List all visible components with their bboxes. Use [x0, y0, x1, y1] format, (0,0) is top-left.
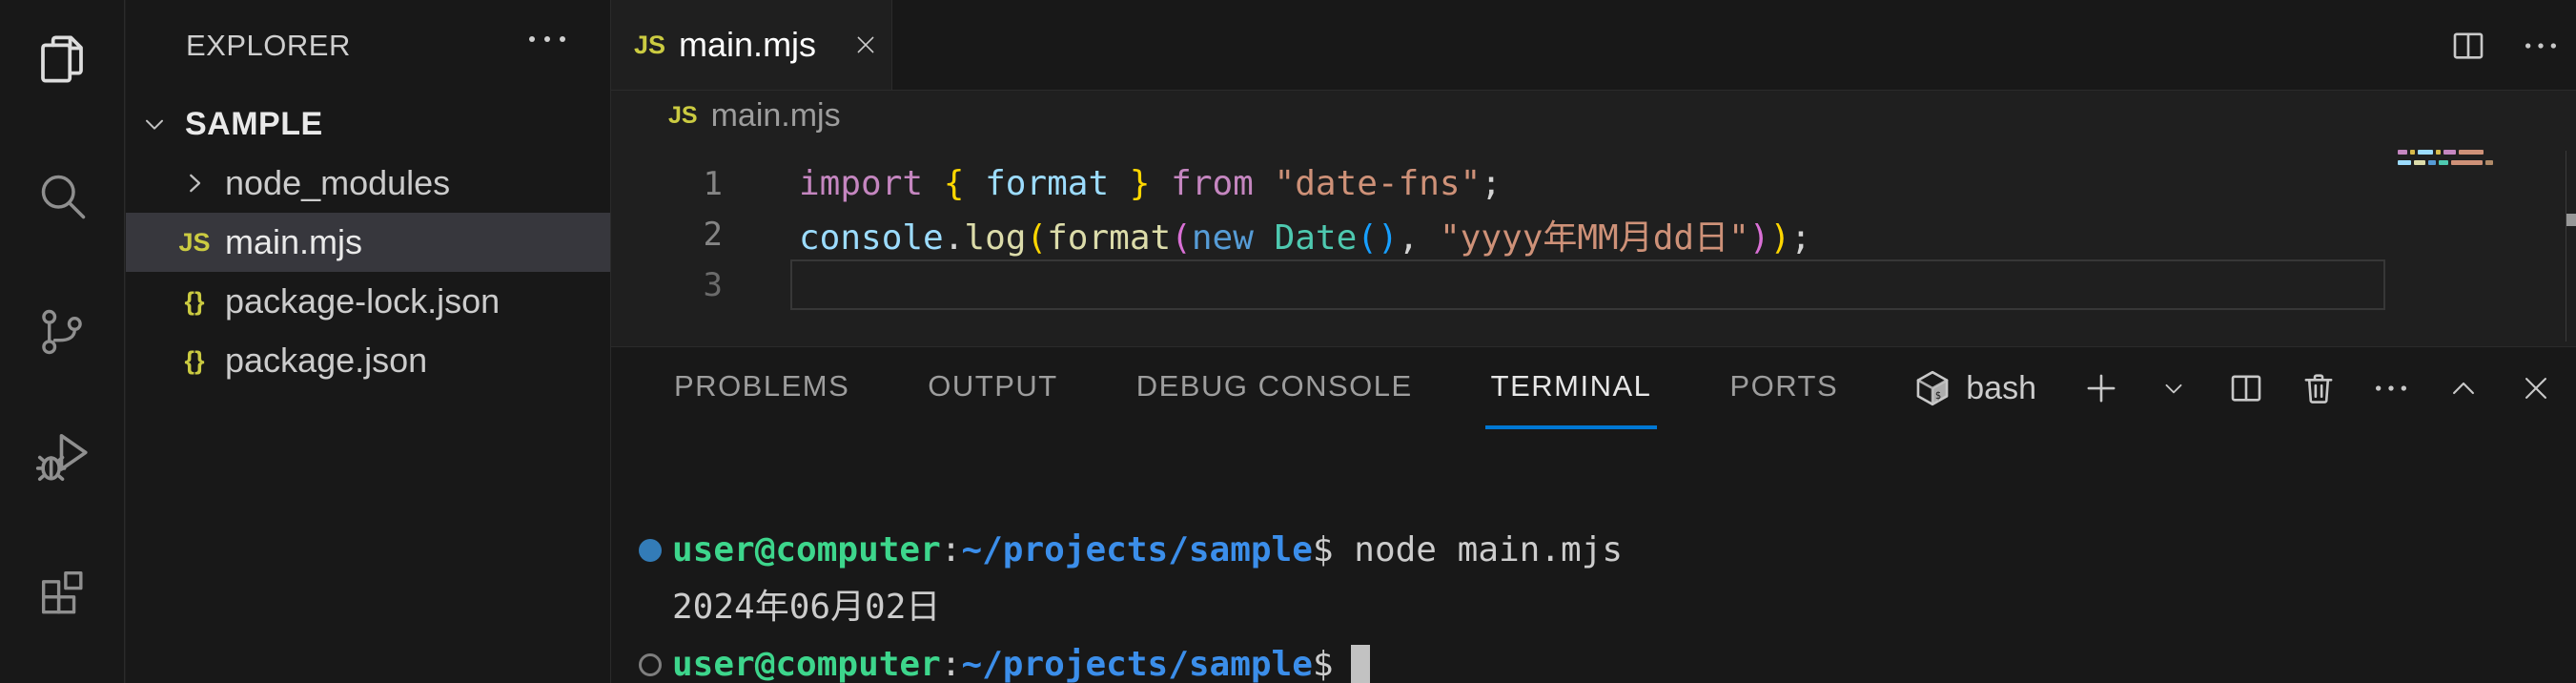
explorer-more-actions-button[interactable] — [524, 25, 570, 53]
file-item-main.mjs[interactable]: JS main.mjs — [126, 213, 610, 272]
command-decoration-hollow[interactable] — [639, 653, 662, 676]
code-line-3[interactable]: 3 — [611, 259, 2576, 310]
close-panel-button[interactable] — [2515, 367, 2557, 409]
panel-tab-output[interactable]: OUTPUT — [922, 347, 1063, 429]
js-file-icon: JS — [175, 228, 214, 258]
file-tree: node_modules JS main.mjs {} package-lock.jso… — [126, 154, 610, 390]
tab-close-button[interactable] — [845, 24, 887, 66]
line-number: 3 — [611, 266, 723, 304]
terminal-cursor — [1351, 645, 1370, 683]
file-item-node_modules[interactable]: node_modules — [126, 154, 610, 213]
split-terminal-button[interactable] — [2225, 367, 2267, 409]
code-line-1[interactable]: 1 import { format } from "date-fns"; — [611, 158, 2576, 209]
maximize-panel-button[interactable] — [2443, 367, 2484, 409]
terminal-line[interactable]: user@computer:~/projects/sample$ node ma… — [611, 522, 2576, 579]
js-file-icon: JS — [668, 102, 698, 130]
terminal-text: : — [941, 645, 962, 683]
file-name: package.json — [225, 341, 427, 381]
line-number: 1 — [611, 165, 723, 203]
panel-tab-bar: PROBLEMS OUTPUT DEBUG CONSOLE TERMINAL PORTS — [668, 347, 1844, 429]
tab-bar: JS main.mjs — [611, 0, 2576, 91]
terminal-text: user@computer — [672, 645, 941, 683]
chevron-down-icon — [139, 109, 170, 139]
activity-search-button[interactable] — [31, 164, 93, 227]
command-decoration-filled[interactable] — [639, 539, 662, 562]
terminal-profile-dropdown[interactable] — [2153, 367, 2195, 409]
terminal-text: $ — [1313, 530, 1354, 569]
split-editor-button[interactable] — [2448, 26, 2488, 66]
activity-bar — [0, 0, 125, 683]
terminal-text: : — [941, 530, 962, 569]
search-icon — [33, 167, 91, 224]
terminal-text: ~/projects/sample — [961, 530, 1312, 569]
file-item-package.json[interactable]: {} package.json — [126, 331, 610, 390]
minimap[interactable] — [2398, 150, 2496, 171]
explorer-sidebar: EXPLORER SAMPLE node_modules JS main.mjs {}… — [126, 0, 611, 683]
terminal-text: ~/projects/sample — [961, 645, 1312, 683]
file-name: package-lock.json — [225, 281, 500, 321]
kill-terminal-button[interactable] — [2298, 367, 2340, 409]
json-file-icon: {} — [175, 346, 214, 376]
code-text: import { format } from "date-fns"; — [799, 164, 1502, 203]
bottom-panel: PROBLEMS OUTPUT DEBUG CONSOLE TERMINAL PORTS… — [611, 346, 2576, 683]
new-terminal-button[interactable] — [2080, 367, 2122, 409]
editor-group: JS main.mjs JS main.mjs 1 import { format… — [611, 0, 2576, 683]
panel-tab-terminal[interactable]: TERMINAL — [1485, 347, 1658, 429]
file-name: main.mjs — [225, 222, 362, 262]
run-and-debug-icon — [32, 427, 92, 486]
activity-explorer-button[interactable] — [31, 28, 93, 91]
tab-main-mjs[interactable]: JS main.mjs — [611, 0, 892, 90]
chevron-right-icon — [175, 169, 214, 197]
terminal[interactable]: user@computer:~/projects/sample$ node ma… — [611, 522, 2576, 683]
js-file-icon: JS — [634, 31, 665, 60]
scrollbar-thumb[interactable] — [2566, 214, 2576, 226]
shell-name: bash — [1966, 370, 2036, 407]
code-editor[interactable]: 1 import { format } from "date-fns"; 2 cons… — [611, 158, 2576, 310]
tab-label: main.mjs — [679, 25, 816, 65]
current-line-highlight — [790, 259, 2385, 310]
panel-tab-problems[interactable]: PROBLEMS — [668, 347, 855, 429]
terminal-text: $ — [1313, 645, 1334, 683]
files-icon — [31, 29, 92, 90]
panel-tab-debug-console[interactable]: DEBUG CONSOLE — [1131, 347, 1419, 429]
folder-name: SAMPLE — [185, 106, 323, 143]
panel-tab-ports[interactable]: PORTS — [1724, 347, 1844, 429]
code-line-2[interactable]: 2 console.log(format(new Date(), "yyyy年MM… — [611, 209, 2576, 259]
activity-run-debug-button[interactable] — [31, 425, 93, 488]
editor-more-actions-button[interactable] — [2521, 36, 2561, 55]
terminal-line[interactable]: user@computer:~/projects/sample$ — [611, 636, 2576, 683]
activity-source-control-button[interactable] — [31, 300, 93, 363]
activity-extensions-button[interactable] — [31, 559, 93, 622]
folder-section-header[interactable]: SAMPLE — [126, 95, 610, 153]
breadcrumb-file-name: main.mjs — [711, 97, 841, 135]
json-file-icon: {} — [175, 287, 214, 317]
svg-text:$: $ — [1935, 390, 1941, 402]
terminal-text: node main.mjs — [1354, 530, 1623, 569]
line-number: 2 — [611, 216, 723, 254]
editor-actions — [2448, 0, 2561, 91]
source-control-branch-icon — [34, 304, 90, 360]
bash-cube-icon: $ — [1912, 368, 1952, 408]
extensions-icon — [34, 563, 90, 618]
file-item-package-lock.json[interactable]: {} package-lock.json — [126, 272, 610, 331]
terminal-line[interactable]: 2024年06月02日 — [611, 579, 2576, 636]
breadcrumb[interactable]: JS main.mjs — [611, 92, 841, 139]
file-name: node_modules — [225, 163, 450, 203]
terminal-instance-bash[interactable]: $ bash — [1912, 368, 2036, 408]
terminal-text: 2024年06月02日 — [672, 588, 940, 627]
sidebar-title: EXPLORER — [186, 29, 351, 63]
code-text: console.log(format(new Date(), "yyyy年MM月… — [799, 210, 1811, 259]
panel-more-actions-button[interactable] — [2370, 367, 2412, 409]
terminal-text: user@computer — [672, 530, 941, 569]
panel-actions: $ bash — [1912, 347, 2557, 429]
